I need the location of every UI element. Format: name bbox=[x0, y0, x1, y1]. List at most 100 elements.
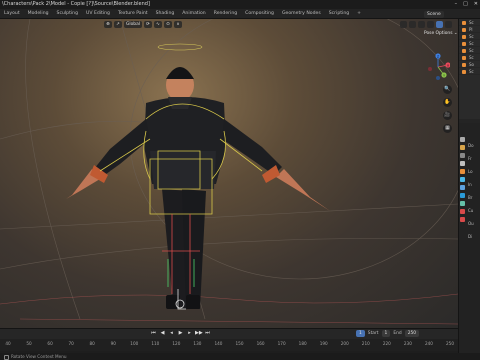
object-icon bbox=[462, 41, 466, 46]
timeline-tick-label: 160 bbox=[256, 341, 265, 346]
tab-shading[interactable]: Shading bbox=[152, 9, 179, 19]
current-frame-field[interactable]: 1 bbox=[356, 330, 365, 337]
tool-tab-icon[interactable] bbox=[460, 137, 465, 142]
rotate-icon[interactable]: ⟳ bbox=[144, 21, 153, 28]
tab-texture-paint[interactable]: Texture Paint bbox=[114, 9, 152, 19]
outliner-item[interactable]: Sc bbox=[459, 68, 480, 75]
property-row[interactable]: Cu bbox=[468, 208, 480, 213]
render-tab-icon[interactable] bbox=[460, 145, 465, 150]
property-row[interactable]: In bbox=[468, 182, 480, 187]
outliner-panel: Sc Pl Sc Sc Sc Sc So Sc bbox=[459, 19, 480, 119]
gizmo-axis-neg-x bbox=[428, 67, 432, 71]
modifier-tab-icon[interactable] bbox=[460, 193, 465, 198]
outliner-item[interactable]: Pl bbox=[459, 26, 480, 33]
solid-shading-icon[interactable] bbox=[427, 21, 434, 28]
viewport-scene bbox=[0, 19, 458, 325]
orientation-dropdown[interactable]: Global bbox=[124, 21, 143, 28]
rendered-shading-icon[interactable] bbox=[445, 21, 452, 28]
tab-animation[interactable]: Animation bbox=[178, 9, 209, 19]
window-titlebar: \Characters\Pack 2\Model - Copie [?]\Sou… bbox=[0, 0, 480, 9]
snap-icon[interactable]: ∿ bbox=[154, 21, 163, 28]
close-button[interactable]: ✕ bbox=[474, 0, 478, 9]
timeline-tick-label: 250 bbox=[446, 341, 454, 346]
collection-icon bbox=[462, 20, 466, 25]
orientation-icon[interactable]: ↗ bbox=[114, 21, 122, 28]
status-bar: Rotate View Context Menu bbox=[0, 353, 480, 360]
tab-rendering[interactable]: Rendering bbox=[210, 9, 241, 19]
zoom-icon[interactable]: 🔍 bbox=[443, 85, 452, 94]
properties-panel: Do Fr Lo In Br Cu Ou Di bbox=[459, 123, 480, 353]
tab-modeling[interactable]: Modeling bbox=[24, 9, 53, 19]
xray-toggle-icon[interactable] bbox=[409, 21, 416, 28]
property-row[interactable]: Di bbox=[468, 234, 480, 239]
pose-options-dropdown[interactable]: Pose Options ⌄ bbox=[424, 31, 458, 36]
tab-sculpting[interactable]: Sculpting bbox=[53, 9, 82, 19]
pan-hand-icon[interactable]: ✋ bbox=[443, 98, 452, 107]
outliner-item[interactable]: Sc bbox=[459, 47, 480, 54]
window-title: \Characters\Pack 2\Model - Copie [?]\Sou… bbox=[2, 1, 150, 7]
object-tab-icon[interactable] bbox=[460, 185, 465, 190]
property-row[interactable]: Br bbox=[468, 195, 480, 200]
object-icon bbox=[462, 62, 466, 67]
properties-rows: Do Fr Lo In Br Cu Ou Di bbox=[468, 143, 480, 239]
constraint-tab-icon[interactable] bbox=[460, 209, 465, 214]
timeline-tick-label: 100 bbox=[130, 341, 139, 346]
play-reverse-button[interactable]: ◂ bbox=[168, 330, 175, 337]
gizmo-x-label: X bbox=[447, 63, 449, 67]
timeline-ruler[interactable]: 40 50 60 70 80 90 100 110 120 130 140 150 160 170 180 1… bbox=[0, 339, 458, 351]
object-icon bbox=[462, 27, 466, 32]
jump-end-button[interactable]: ⏭ bbox=[204, 330, 211, 337]
tab-geometry-nodes[interactable]: Geometry Nodes bbox=[278, 9, 325, 19]
camera-view-icon[interactable]: 🎥 bbox=[443, 111, 452, 120]
start-frame-field[interactable]: 1 bbox=[381, 330, 391, 337]
tab-uv-editing[interactable]: UV Editing bbox=[82, 9, 114, 19]
material-shading-icon[interactable] bbox=[436, 21, 443, 28]
property-row[interactable]: Ou bbox=[468, 221, 480, 226]
property-row[interactable]: Do bbox=[468, 143, 480, 148]
timeline-tick-label: 50 bbox=[26, 341, 32, 346]
view-layer-tab-icon[interactable] bbox=[460, 161, 465, 166]
physics-tab-icon[interactable] bbox=[460, 201, 465, 206]
falloff-icon[interactable]: ∧ bbox=[174, 21, 183, 28]
outliner-item[interactable]: So bbox=[459, 61, 480, 68]
transform-pivot-button[interactable]: ⊕ bbox=[104, 21, 112, 28]
jump-keyframe-back-button[interactable]: ◀ bbox=[159, 330, 166, 337]
outliner-item[interactable]: Sc bbox=[459, 19, 480, 26]
add-workspace-button[interactable]: + bbox=[353, 9, 365, 19]
outliner-item[interactable]: Sc bbox=[459, 40, 480, 47]
navigation-gizmo[interactable]: X Y Z bbox=[426, 53, 450, 81]
timeline-tick-label: 110 bbox=[151, 341, 160, 346]
scene-selector[interactable]: Scene bbox=[424, 11, 444, 18]
play-button[interactable]: ▶ bbox=[177, 330, 184, 337]
jump-keyframe-forward-button[interactable]: ▶▶ bbox=[195, 330, 203, 337]
property-row[interactable]: Lo bbox=[468, 169, 480, 174]
perspective-grid-icon[interactable]: ▦ bbox=[443, 124, 452, 133]
maximize-button[interactable]: □ bbox=[463, 0, 468, 9]
3d-viewport[interactable]: ⊕ ↗ Global ⟳ ∿ ⊙ ∧ Pose Options ⌄ X Y Z bbox=[0, 19, 458, 328]
texture-tab-icon[interactable] bbox=[460, 217, 465, 222]
output-tab-icon[interactable] bbox=[460, 153, 465, 158]
jump-start-button[interactable]: ⏮ bbox=[150, 330, 157, 337]
timeline-tick-label: 120 bbox=[172, 341, 181, 346]
step-forward-button[interactable]: ▸ bbox=[186, 330, 193, 337]
right-panels: Sc Pl Sc Sc Sc Sc So Sc Do Fr Lo In Br C… bbox=[458, 19, 480, 353]
tab-layout[interactable]: Layout bbox=[0, 9, 24, 19]
timeline-tick-label: 150 bbox=[235, 341, 244, 346]
end-frame-field[interactable]: 250 bbox=[404, 330, 420, 337]
tab-compositing[interactable]: Compositing bbox=[241, 9, 278, 19]
timeline-tick-label: 90 bbox=[110, 341, 116, 346]
wireframe-shading-icon[interactable] bbox=[418, 21, 425, 28]
playback-controls: ⏮ ◀ ◂ ▶ ▸ ▶▶ ⏭ bbox=[150, 330, 211, 337]
outliner-item[interactable]: Sc bbox=[459, 54, 480, 61]
minimize-button[interactable]: – bbox=[455, 0, 458, 9]
proportional-icon[interactable]: ⊙ bbox=[164, 21, 173, 28]
timeline-tick-label: 220 bbox=[382, 341, 391, 346]
timeline-header: ⏮ ◀ ◂ ▶ ▸ ▶▶ ⏭ 1 Start 1 End 250 bbox=[0, 329, 458, 338]
outliner-item[interactable]: Sc bbox=[459, 33, 480, 40]
tab-scripting[interactable]: Scripting bbox=[325, 9, 353, 19]
timeline-tick-label: 210 bbox=[361, 341, 370, 346]
scene-tab-icon[interactable] bbox=[460, 169, 465, 174]
world-tab-icon[interactable] bbox=[460, 177, 465, 182]
overlay-toggle-icon[interactable] bbox=[400, 21, 407, 28]
property-row[interactable]: Fr bbox=[468, 156, 480, 161]
